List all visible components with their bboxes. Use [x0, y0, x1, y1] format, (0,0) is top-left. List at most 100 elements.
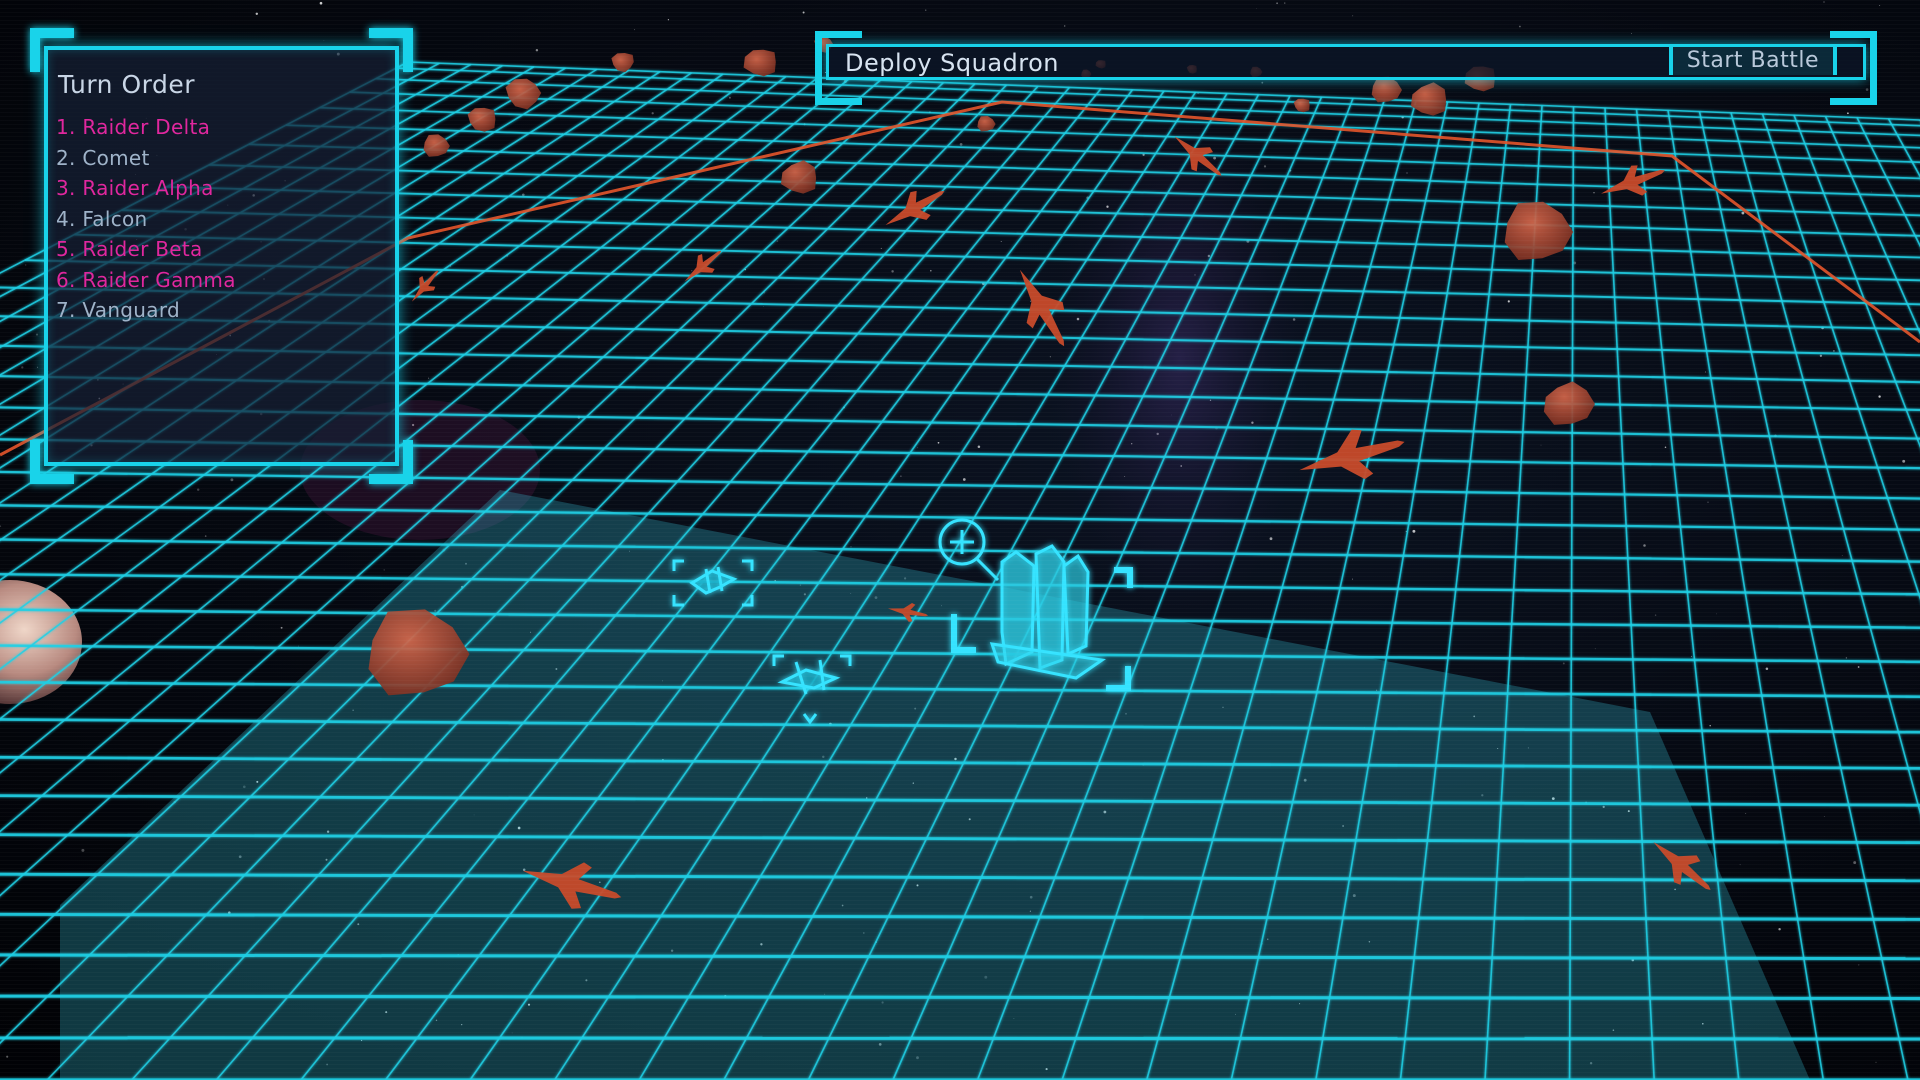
turn-order-item[interactable]: 4. Falcon — [56, 204, 236, 235]
star — [1000, 240, 1002, 242]
star — [255, 12, 258, 15]
star — [1870, 191, 1872, 193]
star — [1593, 191, 1595, 194]
star — [1853, 861, 1857, 865]
star — [1716, 613, 1718, 615]
star — [323, 40, 325, 41]
star — [1507, 300, 1510, 303]
bar-bracket — [1830, 31, 1877, 105]
turn-order-list: 1. Raider Delta 2. Comet 3. Raider Alpha… — [56, 112, 236, 326]
star — [1664, 446, 1667, 449]
enemy-ship[interactable] — [1596, 155, 1671, 208]
grid-line — [0, 504, 1920, 531]
star — [230, 478, 234, 482]
star — [25, 264, 27, 266]
star — [1823, 816, 1825, 818]
asteroid — [1543, 381, 1595, 425]
star — [1741, 211, 1745, 215]
start-battle-button[interactable]: Start Battle — [1668, 45, 1837, 75]
panel-corner — [30, 440, 74, 484]
star — [1879, 5, 1881, 7]
turn-order-item[interactable]: 3. Raider Alpha — [56, 173, 236, 204]
star — [1902, 459, 1906, 463]
deploy-header-bar: Deploy Squadron Start Battle — [815, 31, 1877, 105]
game-viewport[interactable]: Turn Order 1. Raider Delta 2. Comet 3. R… — [0, 0, 1920, 1080]
star — [383, 569, 385, 571]
asteroid — [780, 160, 817, 194]
grid-line — [209, 164, 1920, 217]
star — [1823, 1, 1825, 3]
turn-order-item[interactable]: 7. Vanguard — [56, 295, 236, 326]
star — [1256, 7, 1257, 9]
star — [925, 9, 927, 11]
star — [930, 269, 932, 272]
star — [891, 270, 894, 273]
grid-line — [1730, 112, 1920, 815]
panel-corner — [369, 28, 413, 72]
star — [1352, 578, 1354, 580]
star — [1064, 25, 1066, 27]
star — [196, 488, 200, 491]
star — [1284, 2, 1286, 4]
star — [802, 11, 805, 14]
star — [1643, 544, 1646, 547]
star — [1412, 529, 1416, 533]
star — [728, 96, 731, 99]
star — [1690, 655, 1692, 657]
grid-line — [1761, 113, 1920, 601]
asteroid — [505, 78, 542, 110]
star — [900, 475, 902, 477]
turn-order-item[interactable]: 6. Raider Gamma — [56, 265, 236, 296]
star — [1276, 2, 1278, 5]
star — [1707, 501, 1709, 504]
star — [977, 445, 981, 448]
star — [962, 478, 966, 481]
star — [1739, 864, 1741, 866]
asteroid — [423, 134, 450, 157]
turn-order-item[interactable]: 2. Comet — [56, 143, 236, 174]
star — [21, 366, 24, 369]
star — [6, 1055, 9, 1058]
star — [1704, 371, 1707, 373]
star — [1878, 395, 1881, 398]
panel-corner — [30, 28, 74, 72]
star — [1573, 261, 1577, 265]
turn-order-item[interactable]: 5. Raider Beta — [56, 234, 236, 265]
star — [81, 848, 85, 852]
star — [776, 240, 779, 242]
star — [691, 270, 693, 272]
grid-line — [0, 470, 1920, 500]
star — [1875, 1061, 1877, 1064]
star — [37, 366, 39, 368]
turn-order-title: Turn Order — [58, 70, 195, 99]
grid-line — [1824, 116, 1920, 335]
panel-corner — [369, 440, 413, 484]
star — [1833, 350, 1835, 352]
asteroid — [1293, 98, 1310, 113]
star — [1841, 555, 1843, 556]
star — [651, 112, 654, 115]
turn-order-item[interactable]: 1. Raider Delta — [56, 112, 236, 143]
asteroid — [467, 107, 496, 132]
star — [1519, 25, 1521, 28]
star — [297, 645, 299, 647]
star — [959, 143, 963, 146]
planet — [0, 580, 82, 704]
asteroid — [1371, 76, 1402, 103]
grid-line — [1887, 118, 1920, 178]
phase-title: Deploy Squadron — [845, 49, 1060, 77]
grid-line — [166, 186, 1920, 237]
star — [1858, 964, 1860, 966]
star — [880, 247, 882, 249]
star — [937, 441, 940, 444]
star — [1847, 112, 1849, 115]
star — [1594, 648, 1596, 650]
star — [1709, 724, 1711, 727]
star — [1654, 614, 1657, 616]
star — [667, 19, 670, 21]
grid-line — [0, 1036, 1920, 1041]
asteroid — [1504, 201, 1574, 260]
star — [850, 546, 852, 548]
star — [1857, 666, 1860, 668]
star — [1745, 813, 1747, 814]
